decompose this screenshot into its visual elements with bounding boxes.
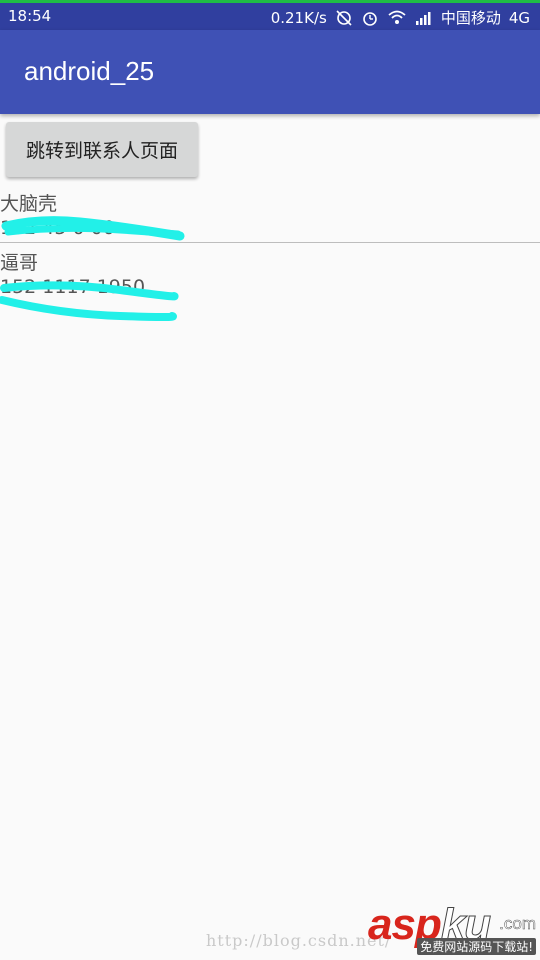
contact-name: 逼哥 xyxy=(0,252,39,274)
wifi-icon xyxy=(387,10,407,26)
sync-off-icon xyxy=(335,9,353,27)
list-item[interactable]: 大脑壳 132 45 0 00 xyxy=(0,186,540,243)
watermark-url: http://blog.csdn.net/ xyxy=(206,931,392,950)
status-bar: 18:54 0.21K/s 中国移动 4G xyxy=(0,0,540,30)
aspku-logo: aspku .com 免费网站源码下载站! xyxy=(368,900,540,958)
status-icons: 0.21K/s 中国移动 4G xyxy=(271,7,530,28)
jump-to-contacts-button[interactable]: 跳转到联系人页面 xyxy=(6,122,198,177)
network-type: 4G xyxy=(508,8,530,27)
carrier-name: 中国移动 xyxy=(440,9,501,27)
contact-phone: 152 1117 1950 xyxy=(0,276,146,298)
app-title: android_25 xyxy=(24,56,155,86)
network-speed: 0.21K/s xyxy=(270,8,327,27)
list-item[interactable]: 逼哥 152 1117 1950 xyxy=(0,245,540,302)
logo-dotcom: .com xyxy=(499,914,536,934)
app-bar: android_25 xyxy=(0,30,540,114)
signal-icon xyxy=(415,11,433,25)
contact-list: 大脑壳 132 45 0 00 逼哥 152 1117 1950 xyxy=(0,186,540,302)
status-time: 18:54 xyxy=(8,7,52,25)
alarm-icon xyxy=(361,9,379,27)
contact-name: 大脑壳 xyxy=(0,193,58,215)
contact-phone: 132 45 0 00 xyxy=(0,217,115,239)
logo-subtitle: 免费网站源码下载站! xyxy=(417,938,536,955)
